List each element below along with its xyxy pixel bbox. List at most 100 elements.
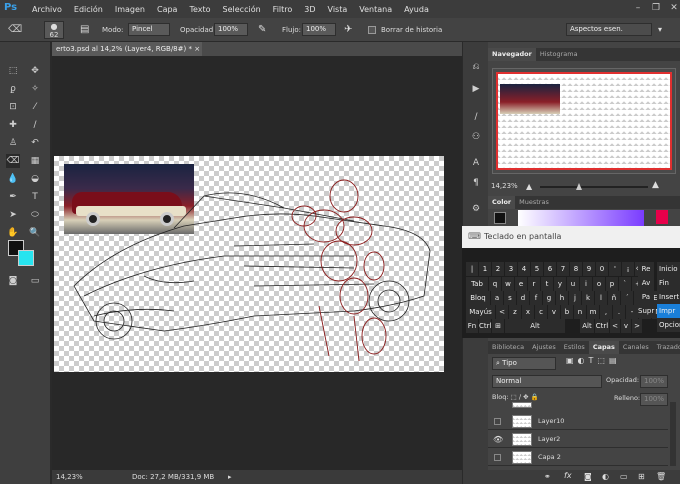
mask-icon[interactable]: ◙ xyxy=(584,472,592,481)
osk-key[interactable]: x xyxy=(522,305,534,319)
navigator-view-box[interactable] xyxy=(496,72,672,170)
menu-filtro[interactable]: Filtro xyxy=(267,5,299,14)
menu-capa[interactable]: Capa xyxy=(151,5,183,14)
osk-key[interactable]: p xyxy=(606,277,618,291)
brush-presets-icon[interactable]: ∕ xyxy=(469,110,483,124)
osk-key[interactable]: Supr xyxy=(638,304,654,318)
workspace-select[interactable]: Aspectos esen. xyxy=(566,23,652,36)
osk-key[interactable]: h xyxy=(556,291,568,305)
layer-row[interactable]: 👁 Layer2 xyxy=(488,431,668,448)
osk-key[interactable]: k xyxy=(582,291,594,305)
osk-key[interactable]: Ctrl xyxy=(595,319,609,333)
layers-scrollbar[interactable] xyxy=(670,402,676,466)
osk-key[interactable]: g xyxy=(543,291,555,305)
osk-key[interactable]: 6 xyxy=(544,262,556,276)
osk-key[interactable]: Re xyxy=(638,262,654,276)
osk-key[interactable]: r xyxy=(528,277,540,291)
osk-key[interactable]: m xyxy=(587,305,599,319)
osk-key[interactable]: a xyxy=(491,291,503,305)
osk-key[interactable]: 0 xyxy=(596,262,608,276)
menu-ventana[interactable]: Ventana xyxy=(353,5,398,14)
quick-mask-icon[interactable]: ◙ xyxy=(6,274,20,288)
restore-icon[interactable]: ❐ xyxy=(650,3,662,15)
history-panel-icon[interactable]: ⎌ xyxy=(469,60,483,74)
close-tab-icon[interactable]: × xyxy=(194,45,200,53)
osk-key[interactable]: | xyxy=(466,262,478,276)
visibility-toggle[interactable] xyxy=(494,418,501,425)
osk-key[interactable]: Mayús xyxy=(466,305,495,319)
zoom-out-icon[interactable]: ▲ xyxy=(526,182,532,191)
osk-key[interactable]: Alt xyxy=(505,319,565,333)
close-icon[interactable]: ✕ xyxy=(668,3,680,15)
osk-key[interactable]: . xyxy=(613,305,625,319)
brush-tool-icon[interactable]: ∕ xyxy=(28,118,42,132)
osk-key[interactable]: q xyxy=(489,277,501,291)
background-color-swatch[interactable] xyxy=(18,250,34,266)
osk-key[interactable]: w xyxy=(502,277,514,291)
osk-key[interactable]: ñ xyxy=(608,291,620,305)
lasso-tool-icon[interactable]: ϼ xyxy=(6,82,20,96)
menu-seleccion[interactable]: Selección xyxy=(217,5,267,14)
color-accent-swatch[interactable] xyxy=(656,210,668,224)
adjust-icon[interactable]: ◐ xyxy=(602,472,609,481)
osk-key[interactable]: < xyxy=(496,305,508,319)
osk-key[interactable]: ' xyxy=(609,262,621,276)
eraser-tool-icon[interactable]: ⌫ xyxy=(6,154,20,168)
osk-key[interactable]: - xyxy=(626,305,638,319)
osk-key[interactable]: j xyxy=(569,291,581,305)
tab-biblioteca[interactable]: Biblioteca xyxy=(488,341,528,354)
osk-key[interactable]: v xyxy=(548,305,560,319)
osk-key[interactable]: ´ xyxy=(621,291,633,305)
osk-key[interactable]: t xyxy=(541,277,553,291)
osk-key[interactable]: > xyxy=(632,319,642,333)
new-layer-icon[interactable]: ⊞ xyxy=(638,472,645,481)
osk-key[interactable]: 5 xyxy=(531,262,543,276)
stamp-tool-icon[interactable]: ♙ xyxy=(6,136,20,150)
screen-mode-icon[interactable]: ▭ xyxy=(28,274,42,288)
folder-icon[interactable]: ▭ xyxy=(620,472,628,481)
properties-panel-icon[interactable]: ⚙ xyxy=(469,202,483,216)
history-brush-icon[interactable]: ↶ xyxy=(28,136,42,150)
pen-tool-icon[interactable]: ✒ xyxy=(6,190,20,204)
menu-ayuda[interactable]: Ayuda xyxy=(398,5,435,14)
eyedropper-icon[interactable]: ⁄ xyxy=(28,100,42,114)
zoom-level[interactable]: 14,23% xyxy=(56,470,83,484)
dodge-tool-icon[interactable]: ◒ xyxy=(28,172,42,186)
character-panel-icon[interactable]: A xyxy=(469,156,483,170)
osk-key[interactable]: Insert xyxy=(657,290,680,304)
osk-key[interactable]: Av xyxy=(638,276,654,290)
osk-key[interactable]: v xyxy=(621,319,631,333)
layer-row[interactable]: Capa 2 xyxy=(488,449,668,466)
menu-archivo[interactable]: Archivo xyxy=(26,5,68,14)
modo-select[interactable]: Pincel xyxy=(128,23,170,36)
menu-texto[interactable]: Texto xyxy=(183,5,216,14)
color-ramp[interactable] xyxy=(518,210,644,226)
osk-key[interactable]: Bloq xyxy=(466,291,490,305)
airbrush-icon[interactable]: ✈ xyxy=(344,22,352,38)
osk-key[interactable]: Alt xyxy=(580,319,594,333)
osk-key[interactable]: f xyxy=(530,291,542,305)
type-tool-icon[interactable]: T xyxy=(28,190,42,204)
flujo-input[interactable]: 100% xyxy=(302,23,336,36)
layer-filter-select[interactable]: ⌕ Tipo xyxy=(492,357,556,370)
path-select-icon[interactable]: ➤ xyxy=(6,208,20,222)
osk-key[interactable]: , xyxy=(600,305,612,319)
trash-icon[interactable]: 🗑 xyxy=(656,472,666,481)
osk-key[interactable]: s xyxy=(504,291,516,305)
tab-trazado[interactable]: Trazado xyxy=(653,341,680,354)
blur-tool-icon[interactable]: 💧 xyxy=(6,172,20,186)
brush-panel-icon[interactable]: ▤ xyxy=(80,22,94,38)
osk-key[interactable]: 4 xyxy=(518,262,530,276)
osk-key[interactable]: 1 xyxy=(479,262,491,276)
crop-tool-icon[interactable]: ⊡ xyxy=(6,100,20,114)
shape-tool-icon[interactable]: ⬭ xyxy=(28,208,42,222)
clone-source-icon[interactable]: ⚇ xyxy=(469,130,483,144)
borrar-historia-checkbox[interactable] xyxy=(368,26,376,34)
osk-key[interactable]: 9 xyxy=(583,262,595,276)
osk-key[interactable]: n xyxy=(574,305,586,319)
tab-ajustes[interactable]: Ajustes xyxy=(528,341,560,354)
healing-brush-icon[interactable]: ✚ xyxy=(6,118,20,132)
osk-key[interactable]: 7 xyxy=(557,262,569,276)
zoom-tool-icon[interactable]: 🔍 xyxy=(28,226,42,240)
opacidad-input[interactable]: 100% xyxy=(214,23,248,36)
